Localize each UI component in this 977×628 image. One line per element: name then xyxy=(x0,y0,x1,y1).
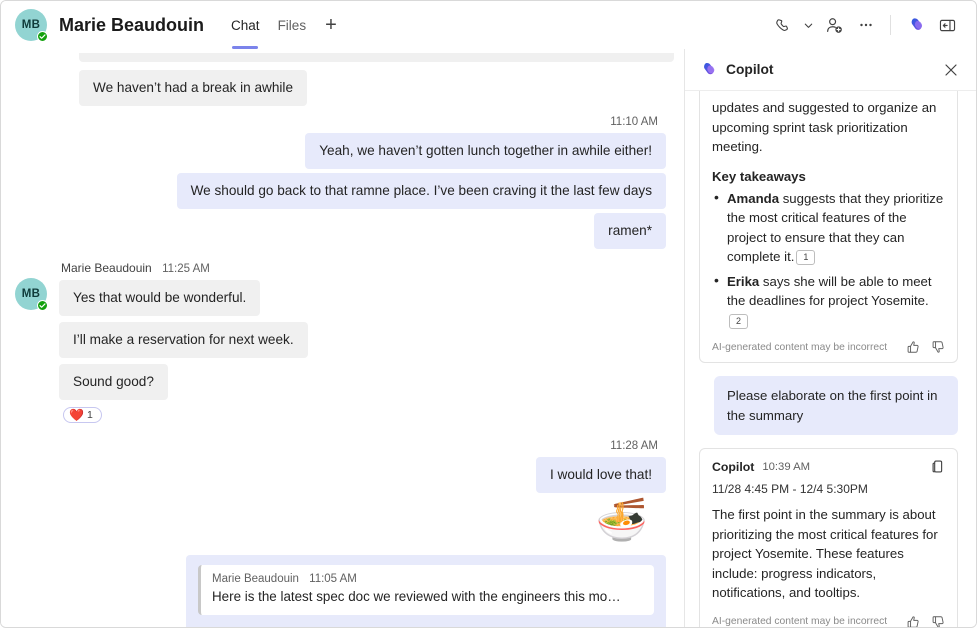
copilot-response-range: 11/28 4:45 PM - 12/4 5:30PM xyxy=(712,482,945,496)
message-row-outgoing: We should go back to that ramne place. I… xyxy=(15,173,666,209)
copilot-key-takeaways-list: Amanda suggests that they prioritize the… xyxy=(712,189,945,331)
message-bubble[interactable]: Yes that would be wonderful. xyxy=(59,280,260,316)
presence-available-icon xyxy=(37,300,48,311)
add-tab-button[interactable]: + xyxy=(315,15,347,35)
add-person-icon[interactable] xyxy=(819,10,849,40)
citation-badge[interactable]: 2 xyxy=(729,314,748,329)
feedback-buttons xyxy=(906,615,945,628)
list-item: Erika says she will be able to meet the … xyxy=(712,272,945,331)
thumbs-up-icon[interactable] xyxy=(906,340,920,354)
copilot-response-card: Copilot 10:39 AM 11/28 4:45 PM - 12/4 5:… xyxy=(699,448,958,627)
quoted-message-bubble[interactable]: Marie Beaudouin 11:05 AM Here is the lat… xyxy=(186,555,666,627)
copilot-user-message[interactable]: Please elaborate on the first point in t… xyxy=(714,376,958,435)
ramen-bowl-icon: 🍜 xyxy=(596,499,648,541)
presence-available-icon xyxy=(37,31,48,42)
message-group-incoming: MB Marie Beaudouin 11:25 AM Yes that wou… xyxy=(15,261,666,424)
copilot-icon xyxy=(699,61,717,79)
quoted-message-header: Marie Beaudouin 11:05 AM xyxy=(212,573,642,585)
copy-icon[interactable] xyxy=(930,459,945,474)
copilot-response-time: 10:39 AM xyxy=(762,461,810,473)
header-actions xyxy=(767,10,962,40)
list-item: Amanda suggests that they prioritize the… xyxy=(712,189,945,267)
avatar[interactable]: MB xyxy=(15,9,47,41)
message-timestamp: 11:10 AM xyxy=(15,116,658,128)
copilot-icon[interactable] xyxy=(900,10,930,40)
message-bubble[interactable]: Yeah, we haven’t gotten lunch together i… xyxy=(305,133,666,169)
copilot-panel: Copilot updates and suggested to organiz… xyxy=(684,49,976,627)
thumbs-down-icon[interactable] xyxy=(931,615,945,628)
avatar[interactable]: MB xyxy=(15,278,47,310)
citation-badge[interactable]: 1 xyxy=(796,250,815,265)
sender-name: Marie Beaudouin xyxy=(212,573,299,585)
tab-files-label: Files xyxy=(278,18,307,33)
message-bubble[interactable]: I’ll make a reservation for next week. xyxy=(59,322,308,358)
tab-chat-label: Chat xyxy=(231,18,260,33)
takeaway-person: Amanda xyxy=(727,191,779,206)
quoted-message-text: Here is the latest spec doc we reviewed … xyxy=(212,588,642,606)
message-row-incoming: We haven’t had a break in awhile xyxy=(79,70,666,106)
tab-bar: Chat Files + xyxy=(222,1,347,49)
page-title: Marie Beaudouin xyxy=(59,15,204,36)
message-timestamp: 11:28 AM xyxy=(15,440,658,452)
more-options-icon[interactable] xyxy=(851,10,881,40)
message-list[interactable]: We haven’t had a break in awhile 11:10 A… xyxy=(1,49,684,627)
copilot-response-author: Copilot xyxy=(712,460,754,474)
copilot-user-message-row: Please elaborate on the first point in t… xyxy=(699,376,958,435)
phone-icon[interactable] xyxy=(767,10,797,40)
copilot-panel-title: Copilot xyxy=(726,62,774,77)
close-icon[interactable] xyxy=(938,57,964,83)
message-bubble[interactable]: ramen* xyxy=(594,213,666,249)
message-row-outgoing-quote: Marie Beaudouin 11:05 AM Here is the lat… xyxy=(15,555,666,627)
sender-name: Marie Beaudouin xyxy=(61,261,152,275)
copilot-card-footer: AI-generated content may be incorrect xyxy=(712,340,945,354)
message-bubble[interactable]: We should go back to that ramne place. I… xyxy=(177,173,666,209)
message-bubble[interactable]: We haven’t had a break in awhile xyxy=(79,70,307,106)
message-timestamp: 11:25 AM xyxy=(162,263,210,275)
copilot-response-header: Copilot 10:39 AM xyxy=(712,449,945,474)
header-divider xyxy=(890,15,891,35)
tab-files[interactable]: Files xyxy=(269,1,316,49)
message-row-outgoing: I would love that! xyxy=(15,457,666,493)
copilot-key-takeaways-heading: Key takeaways xyxy=(712,169,945,184)
copilot-response-body: The first point in the summary is about … xyxy=(712,505,945,603)
message-sender-line: Marie Beaudouin 11:25 AM xyxy=(59,261,666,275)
quoted-message-card[interactable]: Marie Beaudouin 11:05 AM Here is the lat… xyxy=(198,565,654,615)
teams-chat-window: MB Marie Beaudouin Chat Files + xyxy=(0,0,977,628)
reaction-count: 1 xyxy=(87,409,93,421)
takeaway-person: Erika xyxy=(727,274,759,289)
ai-disclaimer: AI-generated content may be incorrect xyxy=(712,616,887,627)
chevron-down-icon[interactable] xyxy=(799,10,817,40)
main-body: We haven’t had a break in awhile 11:10 A… xyxy=(1,49,976,627)
copilot-conversation[interactable]: updates and suggested to organize an upc… xyxy=(685,91,976,627)
reaction-pill[interactable]: ❤️ 1 xyxy=(63,407,102,423)
message-text: Oh btw Marie, I noticed in the document … xyxy=(198,624,654,627)
message-bubble[interactable]: I would love that! xyxy=(536,457,666,493)
thumbs-down-icon[interactable] xyxy=(931,340,945,354)
message-partial-top xyxy=(79,53,674,62)
ai-disclaimer: AI-generated content may be incorrect xyxy=(712,342,887,353)
copilot-summary-card: updates and suggested to organize an upc… xyxy=(699,91,958,363)
copilot-card-footer: AI-generated content may be incorrect xyxy=(712,615,945,628)
copilot-summary-paragraph: updates and suggested to organize an upc… xyxy=(712,91,945,157)
open-side-panel-icon[interactable] xyxy=(932,10,962,40)
tab-chat[interactable]: Chat xyxy=(222,1,269,49)
feedback-buttons xyxy=(906,340,945,354)
message-row-outgoing: ramen* xyxy=(15,213,666,249)
message-bubble[interactable]: Sound good? xyxy=(59,364,168,400)
chat-header: MB Marie Beaudouin Chat Files + xyxy=(1,1,976,49)
message-row-outgoing: Yeah, we haven’t gotten lunch together i… xyxy=(15,133,666,169)
copilot-panel-header: Copilot xyxy=(685,49,976,91)
heart-icon: ❤️ xyxy=(69,409,84,421)
message-timestamp: 11:05 AM xyxy=(309,573,357,585)
thumbs-up-icon[interactable] xyxy=(906,615,920,628)
sticker-row: 🍜 xyxy=(15,499,666,541)
